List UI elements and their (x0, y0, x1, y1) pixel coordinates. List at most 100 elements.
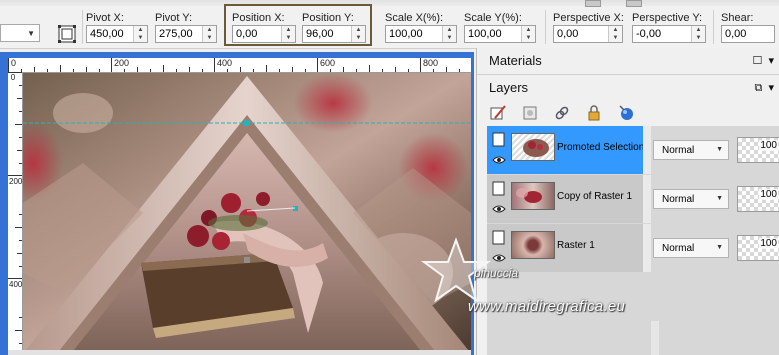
position-y-stepper[interactable]: ▲ ▼ (351, 26, 365, 42)
layer-visibility-toggle[interactable] (492, 230, 506, 268)
layer-row-copy-of-raster-1[interactable]: Copy of Raster 1 Normal ▼ 100 (487, 175, 779, 224)
perspective-y-stepper[interactable]: ▲ ▼ (691, 26, 705, 42)
blend-mode-dropdown[interactable]: Normal ▼ (653, 189, 729, 209)
blend-mode-dropdown[interactable]: Normal ▼ (653, 140, 729, 160)
perspective-y-value: -0,00 (636, 28, 662, 40)
center-handle[interactable] (244, 257, 250, 263)
layer-styles-icon[interactable] (617, 104, 635, 122)
blend-mode-dropdown[interactable]: Normal ▼ (653, 238, 729, 258)
ruler-label: 0 (11, 58, 17, 68)
blend-mode-value: Normal (662, 145, 695, 156)
layer-name: Copy of Raster 1 (557, 191, 633, 202)
layers-list: Promoted Selection Normal ▼ 100 Copy of … (487, 126, 779, 355)
scale-y-stepper[interactable]: ▲ ▼ (521, 26, 535, 42)
layers-panel-header: Layers ⧉ ▾ (477, 77, 779, 99)
perspective-x-label: Perspective X: (553, 12, 624, 24)
toolbar-separator (713, 10, 714, 44)
layer-row-promoted-selection[interactable]: Promoted Selection Normal ▼ 100 (487, 126, 779, 175)
materials-title: Materials (489, 53, 542, 68)
image-canvas-window: 0 200 400 600 800 0 200 400 (0, 52, 474, 355)
pivot-y-stepper[interactable]: ▲ ▼ (202, 26, 216, 42)
layer-visibility-toggle[interactable] (492, 132, 506, 170)
perspective-x-field: Perspective X: 0,00 ▲ ▼ (553, 12, 624, 43)
layer-name-cell[interactable]: Copy of Raster 1 (487, 175, 643, 223)
layers-toolbar (489, 104, 646, 126)
materials-panel-controls[interactable]: ☐ ▾ (753, 50, 775, 72)
chevron-down-icon: ▼ (716, 195, 723, 202)
scale-x-stepper[interactable]: ▲ ▼ (442, 26, 456, 42)
pivot-x-input[interactable]: 450,00 ▲ ▼ (86, 25, 148, 43)
layer-name-cell[interactable]: Raster 1 (487, 224, 643, 272)
scale-y-input[interactable]: 100,00 ▲ ▼ (464, 25, 536, 43)
layer-opacity-input[interactable]: 100 (737, 137, 779, 163)
perspective-y-label: Perspective Y: (632, 12, 703, 24)
toolbar-top-button[interactable] (626, 0, 642, 7)
perspective-x-stepper[interactable]: ▲ ▼ (608, 26, 622, 42)
vertical-ruler: 0 200 400 (8, 72, 23, 355)
position-x-input[interactable]: 0,00 ▲ ▼ (232, 25, 296, 43)
layer-row-raster-1[interactable]: Raster 1 Normal ▼ 100 (487, 224, 779, 273)
layer-name: Promoted Selection (557, 142, 645, 153)
position-x-field: Position X: 0,00 ▲ ▼ (232, 12, 296, 43)
canvas-horizontal-scrollbar[interactable] (8, 350, 471, 355)
toolbar-top-button[interactable] (585, 0, 601, 7)
scale-x-label: Scale X(%): (385, 12, 444, 24)
shear-input[interactable]: 0,00 (721, 25, 775, 43)
new-layer-brush-icon[interactable] (489, 104, 507, 122)
toolbar-top-strip (0, 0, 779, 6)
scale-x-value: 100,00 (389, 28, 423, 40)
position-x-stepper[interactable]: ▲ ▼ (281, 26, 295, 42)
layer-opacity-input[interactable]: 100 (737, 235, 779, 261)
position-y-value: 96,00 (306, 28, 334, 40)
perspective-x-input[interactable]: 0,00 ▲ ▼ (553, 25, 623, 43)
blend-mode-value: Normal (662, 194, 695, 205)
pivot-y-field: Pivot Y: 275,00 ▲ ▼ (155, 12, 217, 43)
layer-thumbnail (511, 231, 555, 259)
link-icon[interactable] (553, 104, 571, 122)
position-y-field: Position Y: 96,00 ▲ ▼ (302, 12, 366, 43)
layer-opacity-input[interactable]: 100 (737, 186, 779, 212)
transform-handle[interactable] (244, 120, 250, 126)
panel-divider (477, 74, 779, 75)
layers-title: Layers (489, 80, 529, 95)
tool-options-toolbar: ▼ Pivot X: 450,00 ▲ ▼ Pivot Y: 275,00 ▲ ▼ … (0, 0, 779, 49)
perspective-y-field: Perspective Y: -0,00 ▲ ▼ (632, 12, 706, 43)
opacity-value: 100 (759, 189, 778, 200)
layers-panel-controls[interactable]: ⧉ ▾ (755, 77, 775, 99)
shear-value: 0,00 (725, 28, 747, 40)
lock-icon[interactable] (585, 104, 603, 122)
shear-label: Shear: (721, 12, 754, 24)
ruler-label: 800 (423, 58, 439, 68)
right-panels: Materials ☐ ▾ Layers ⧉ ▾ Promoted Select… (476, 48, 779, 355)
transform-mode-icon[interactable] (57, 24, 77, 44)
position-y-input[interactable]: 96,00 ▲ ▼ (302, 25, 366, 43)
pivot-x-field: Pivot X: 450,00 ▲ ▼ (86, 12, 148, 43)
pivot-y-input[interactable]: 275,00 ▲ ▼ (155, 25, 217, 43)
layers-scrollbar[interactable] (651, 321, 659, 355)
horizontal-ruler: 0 200 400 600 800 (8, 58, 471, 73)
layer-name: Raster 1 (557, 240, 595, 251)
artwork-composition (23, 73, 471, 351)
ruler-label: 600 (320, 58, 336, 68)
new-mask-icon[interactable] (521, 104, 539, 122)
layer-name-cell[interactable]: Promoted Selection (487, 126, 645, 174)
toolbar-separator (82, 10, 83, 44)
chevron-down-icon: ▼ (716, 146, 723, 153)
preset-dropdown[interactable]: ▼ (0, 24, 40, 42)
layer-visibility-toggle[interactable] (492, 181, 506, 219)
pivot-x-stepper[interactable]: ▲ ▼ (133, 26, 147, 42)
perspective-y-input[interactable]: -0,00 ▲ ▼ (632, 25, 706, 43)
pivot-x-label: Pivot X: (86, 12, 124, 24)
ruler-label: 400 (217, 58, 233, 68)
layer-row-divider (643, 224, 651, 272)
image-canvas[interactable] (23, 73, 471, 351)
layer-row-divider (643, 126, 651, 174)
ruler-label: 200 (9, 177, 23, 186)
perspective-x-value: 0,00 (557, 28, 579, 40)
shear-field: Shear: 0,00 (721, 12, 775, 43)
scale-x-input[interactable]: 100,00 ▲ ▼ (385, 25, 457, 43)
scale-x-field: Scale X(%): 100,00 ▲ ▼ (385, 12, 457, 43)
pivot-x-value: 450,00 (90, 28, 124, 40)
ruler-label: 0 (10, 73, 16, 82)
blend-mode-value: Normal (662, 243, 695, 254)
